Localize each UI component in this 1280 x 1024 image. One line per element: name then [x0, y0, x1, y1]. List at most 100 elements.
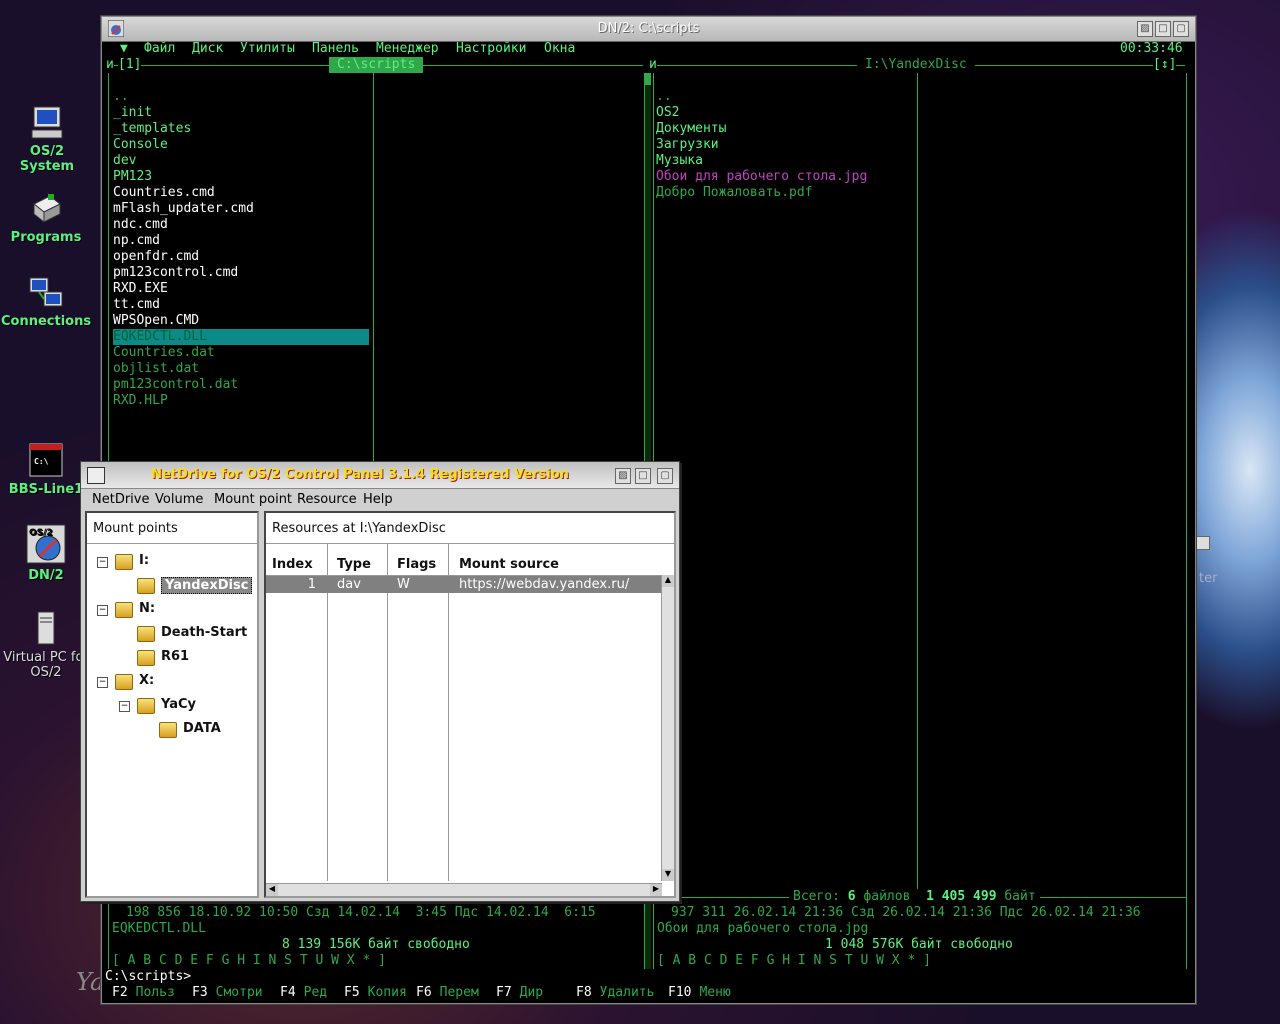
- file-entry[interactable]: Музыка: [656, 153, 703, 169]
- column-mount-source[interactable]: Mount source: [459, 557, 559, 572]
- desktop-icon-virtual-pc[interactable]: Virtual PC for OS/2: [1, 610, 91, 680]
- restore-button[interactable]: □: [635, 468, 651, 484]
- left-drive-bar[interactable]: [ A B C D E F G H I N S T U W X * ]: [112, 953, 386, 969]
- column-index[interactable]: Index: [272, 557, 313, 572]
- file-entry[interactable]: Countries.dat: [113, 345, 215, 361]
- menu-disk[interactable]: Диск: [192, 41, 223, 57]
- tree-node[interactable]: R61: [161, 649, 189, 664]
- file-entry[interactable]: tt.cmd: [113, 297, 160, 313]
- cell-type: dav: [337, 577, 361, 592]
- netdrive-titlebar[interactable]: NetDrive for OS/2 Control Panel 3.1.4 Re…: [81, 462, 679, 489]
- file-entry[interactable]: dev: [113, 153, 136, 169]
- right-panel[interactable]: и I:\YandexDisc [↕] .. OS2 Документы Загруз…: [649, 57, 1191, 969]
- menu-resource[interactable]: Resource: [297, 492, 357, 507]
- maximize-button[interactable]: ▢: [1173, 21, 1189, 37]
- file-entry[interactable]: EQKEDCTL.DLL: [113, 329, 369, 345]
- right-panel-sort-icon[interactable]: [↕]: [1153, 57, 1177, 73]
- scroll-left-icon[interactable]: ◀: [266, 884, 278, 896]
- file-entry[interactable]: openfdr.cmd: [113, 249, 199, 265]
- desktop-icon-os2-system[interactable]: OS/2 System: [2, 104, 92, 174]
- file-entry[interactable]: WPSOpen.CMD: [113, 313, 199, 329]
- right-drive-bar[interactable]: [ A B C D E F G H I N S T U W X * ]: [657, 953, 931, 969]
- fkey-f8[interactable]: F8 Удалить: [576, 985, 654, 1001]
- file-entry[interactable]: np.cmd: [113, 233, 160, 249]
- file-entry[interactable]: mFlash_updater.cmd: [113, 201, 254, 217]
- tree-node[interactable]: I:: [139, 553, 149, 568]
- menu-marker-icon[interactable]: ▼: [120, 41, 128, 57]
- network-drive-icon: [115, 674, 133, 690]
- file-entry[interactable]: _init: [113, 105, 152, 121]
- file-entry[interactable]: Countries.cmd: [113, 185, 215, 201]
- netdrive-window[interactable]: NetDrive for OS/2 Control Panel 3.1.4 Re…: [80, 461, 680, 902]
- menu-settings[interactable]: Настройки: [456, 41, 526, 57]
- file-entry[interactable]: pm123control.cmd: [113, 265, 238, 281]
- fkey-f5[interactable]: F5 Копия: [344, 985, 407, 1001]
- fkey-f4[interactable]: F4 Ред: [280, 985, 327, 1001]
- cell-index: 1: [307, 577, 316, 592]
- desktop-icon-dn2[interactable]: OS/2 DN/2: [1, 524, 91, 583]
- tree-node[interactable]: YandexDisc: [161, 577, 253, 594]
- dn2-menubar: ▼ Файл Диск Утилиты Панель Менеджер Наст…: [102, 41, 1195, 57]
- collapse-icon[interactable]: −: [97, 557, 108, 568]
- column-type[interactable]: Type: [337, 557, 371, 572]
- collapse-icon[interactable]: −: [97, 677, 108, 688]
- menu-volume[interactable]: Volume: [155, 492, 203, 507]
- scroll-right-icon[interactable]: ▶: [650, 884, 662, 896]
- file-entry[interactable]: ndc.cmd: [113, 217, 168, 233]
- fkey-key: F6: [416, 985, 432, 1000]
- resources-hscrollbar[interactable]: ◀ ▶: [266, 883, 662, 896]
- file-entry[interactable]: pm123control.dat: [113, 377, 238, 393]
- dn2-titlebar[interactable]: DN/2: C:\scripts ▨ □ ▢: [102, 17, 1195, 42]
- tree-node[interactable]: DATA: [183, 721, 221, 736]
- tree-node[interactable]: Death-Start: [161, 625, 247, 640]
- file-entry[interactable]: Добро Пожаловать.pdf: [656, 185, 813, 201]
- menu-file[interactable]: Файл: [144, 41, 175, 57]
- file-entry[interactable]: OS2: [656, 105, 679, 121]
- tree-node[interactable]: YaCy: [161, 697, 196, 712]
- restore-button[interactable]: □: [1155, 21, 1171, 37]
- file-entry[interactable]: PM123: [113, 169, 152, 185]
- desktop-icon-programs[interactable]: Programs: [1, 190, 91, 245]
- minimize-button[interactable]: ▨: [615, 468, 631, 484]
- table-row[interactable]: 1 dav Whttps://webdav.yandex.ru/: [266, 576, 661, 593]
- file-entry[interactable]: Обои для рабочего стола.jpg: [656, 169, 867, 185]
- fkey-f3[interactable]: F3 Смотри: [192, 985, 263, 1001]
- file-entry[interactable]: RXD.EXE: [113, 281, 168, 297]
- file-entry[interactable]: Загрузки: [656, 137, 719, 153]
- file-entry[interactable]: _templates: [113, 121, 191, 137]
- file-entry[interactable]: Console: [113, 137, 168, 153]
- scroll-down-icon[interactable]: ▼: [662, 869, 674, 881]
- menu-netdrive[interactable]: NetDrive: [92, 492, 149, 507]
- desktop-icon-connections[interactable]: Connections: [1, 274, 91, 329]
- partial-window-button[interactable]: [1196, 536, 1210, 550]
- maximize-button[interactable]: ▢: [657, 468, 673, 484]
- mount-points-pane[interactable]: Mount points − I: YandexDisc − N: Death-Start…: [85, 511, 259, 898]
- collapse-icon[interactable]: −: [119, 701, 130, 712]
- resources-vscrollbar[interactable]: ▲ ▼: [661, 575, 674, 881]
- minimize-button[interactable]: ▨: [1137, 21, 1153, 37]
- fkey-f7[interactable]: F7 Дир: [496, 985, 543, 1001]
- tree-node[interactable]: X:: [139, 673, 154, 688]
- file-entry[interactable]: Документы: [656, 121, 726, 137]
- fkey-f2[interactable]: F2 Польз: [112, 985, 175, 1001]
- menu-utilities[interactable]: Утилиты: [240, 41, 295, 57]
- file-entry[interactable]: ..: [656, 89, 672, 105]
- fkey-f10[interactable]: F10 Меню: [668, 985, 731, 1001]
- scroll-up-icon[interactable]: ▲: [662, 575, 674, 587]
- resources-pane[interactable]: Resources at I:\YandexDisc Index Type Fl…: [264, 511, 676, 898]
- netdrive-system-icon[interactable]: [87, 467, 105, 484]
- menu-manager[interactable]: Менеджер: [376, 41, 439, 57]
- desktop-icon-bbs-line1[interactable]: C:\ BBS-Line1: [1, 442, 91, 497]
- column-flags[interactable]: Flags: [397, 557, 436, 572]
- tree-node[interactable]: N:: [139, 601, 155, 616]
- menu-panel[interactable]: Панель: [312, 41, 359, 57]
- file-entry[interactable]: objlist.dat: [113, 361, 199, 377]
- fkey-f6[interactable]: F6 Перем: [416, 985, 479, 1001]
- menu-windows[interactable]: Окна: [544, 41, 575, 57]
- menu-help[interactable]: Help: [363, 492, 393, 507]
- file-entry[interactable]: RXD.HLP: [113, 393, 168, 409]
- menu-mount-point[interactable]: Mount point: [214, 492, 292, 507]
- command-prompt[interactable]: C:\scripts>: [105, 969, 191, 985]
- file-entry[interactable]: ..: [113, 89, 129, 105]
- collapse-icon[interactable]: −: [97, 605, 108, 616]
